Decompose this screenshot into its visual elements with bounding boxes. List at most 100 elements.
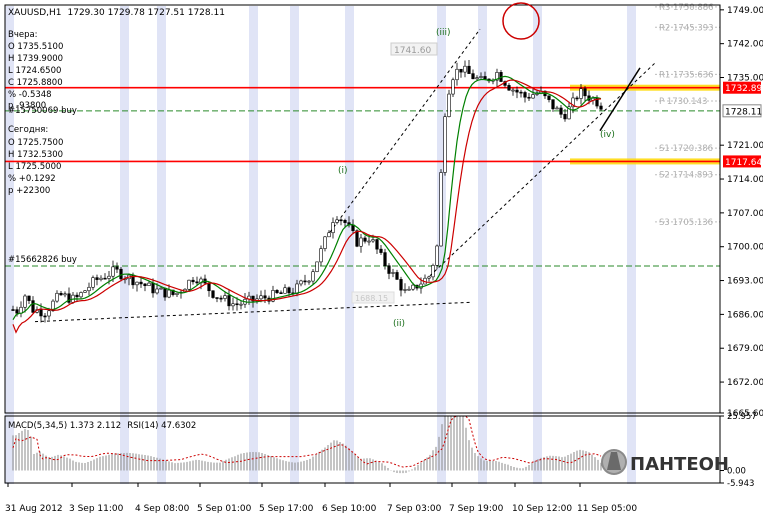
pivot-label: R2 1745.393 xyxy=(659,23,714,33)
candle-body xyxy=(323,236,327,249)
x-tick-label: 31 Aug 2012 xyxy=(5,504,63,514)
x-tick-label: 10 Sep 12:00 xyxy=(512,504,572,514)
candle-body xyxy=(91,277,95,288)
candle-body xyxy=(215,297,219,299)
candle-body xyxy=(155,288,159,294)
session-band xyxy=(290,6,299,484)
wave-label-ii: (ii) xyxy=(393,319,405,329)
candle-body xyxy=(531,94,535,99)
session-band xyxy=(157,6,166,484)
candle-body xyxy=(483,76,487,80)
candle-body xyxy=(231,303,235,307)
price-chart[interactable]: R3 1750.886 R2 1745.393 R1 1735.636 P 1730.… xyxy=(0,0,763,520)
x-tick-label: 3 Sep 11:00 xyxy=(69,504,124,514)
yesterday-low: L 1724.6500 xyxy=(8,66,61,76)
candle-body xyxy=(311,271,315,282)
candle-body xyxy=(31,300,35,313)
wave-label-iii: (iii) xyxy=(436,28,451,38)
candle-body xyxy=(559,107,563,115)
chart-window: R3 1750.886 R2 1745.393 R1 1735.636 P 1730.… xyxy=(0,0,763,520)
candle-body xyxy=(363,237,367,242)
candle-body xyxy=(391,272,395,274)
session-band xyxy=(533,6,542,484)
candle-body xyxy=(459,68,463,73)
candle-body xyxy=(439,172,443,247)
yesterday-pct: % -0.5348 xyxy=(8,90,52,100)
candle-body xyxy=(359,237,363,247)
x-tick-label: 5 Sep 01:00 xyxy=(197,504,252,514)
support-price-label: 1717.64 xyxy=(725,158,762,168)
candle-body xyxy=(207,282,211,292)
candle-body xyxy=(319,248,323,263)
y-tick-label: 1700.00 xyxy=(727,243,763,253)
pivot-label: P 1730.143 xyxy=(659,97,707,107)
y-tick-label: 1693.00 xyxy=(727,277,763,287)
x-tick-label: 5 Sep 17:00 xyxy=(259,504,314,514)
candle-body xyxy=(355,230,359,247)
candle-body xyxy=(399,279,403,291)
pivot-label: R1 1735.636 xyxy=(659,70,714,80)
candle-body xyxy=(411,284,415,290)
candle-body xyxy=(599,105,603,110)
candle-body xyxy=(471,73,475,80)
candle-body xyxy=(139,281,143,285)
candle-body xyxy=(63,293,67,296)
candle-body xyxy=(187,279,191,290)
candle-body xyxy=(395,272,399,280)
candle-body xyxy=(555,107,559,110)
current-price-label: 1728.11 xyxy=(725,107,762,117)
candle-body xyxy=(451,79,455,95)
candle-body xyxy=(475,77,479,80)
candle-body xyxy=(343,220,347,223)
y-tick-label: 1665.60 xyxy=(727,409,763,419)
candle-body xyxy=(447,93,451,117)
y-tick-label: 1679.00 xyxy=(727,344,763,354)
candle-body xyxy=(83,290,87,293)
candle-body xyxy=(579,88,583,99)
candle-body xyxy=(547,95,551,100)
candle-body xyxy=(527,96,531,99)
candle-body xyxy=(87,286,91,292)
candle-body xyxy=(515,89,519,93)
candle-body xyxy=(175,292,179,295)
yesterday-high: H 1739.9000 xyxy=(8,54,63,64)
candle-body xyxy=(339,219,343,222)
candle-body xyxy=(455,68,459,81)
candle-body xyxy=(507,85,511,91)
candle-body xyxy=(147,282,151,287)
pivot-label: S3 1705.136 xyxy=(659,218,713,228)
candle-body xyxy=(575,97,579,100)
candle-body xyxy=(195,281,199,284)
candle-body xyxy=(315,261,319,272)
today-pts: p +22300 xyxy=(8,186,50,196)
candle-body xyxy=(379,248,383,253)
today-title: Сегодня: xyxy=(8,125,48,135)
x-tick-label: 6 Sep 10:00 xyxy=(322,504,377,514)
session-band xyxy=(120,6,129,484)
candle-body xyxy=(331,222,335,234)
candle-body xyxy=(371,239,375,242)
candle-body xyxy=(519,91,523,94)
candle-body xyxy=(235,303,239,306)
candle-body xyxy=(335,219,339,223)
candle-body xyxy=(191,279,195,283)
candle-body xyxy=(431,265,435,278)
candle-body xyxy=(75,294,79,298)
candle-body xyxy=(15,309,19,314)
candle-body xyxy=(107,275,111,279)
candle-body xyxy=(511,89,515,92)
resistance-price-label: 1732.89 xyxy=(725,84,762,94)
session-band xyxy=(345,6,354,484)
candle-body xyxy=(307,280,311,283)
pivot-label: R3 1750.886 xyxy=(659,3,714,13)
candle-body xyxy=(135,281,139,286)
candle-body xyxy=(295,283,299,294)
y-tick-label: 1714.00 xyxy=(727,175,763,185)
candle-body xyxy=(79,292,83,298)
candle-body xyxy=(435,245,439,266)
candle-body xyxy=(55,292,59,302)
macd-y-tick-label: -5.943 xyxy=(727,479,754,489)
candle-body xyxy=(159,287,163,290)
low-price-label: 1688.15 xyxy=(351,291,395,304)
candle-body xyxy=(99,277,103,280)
